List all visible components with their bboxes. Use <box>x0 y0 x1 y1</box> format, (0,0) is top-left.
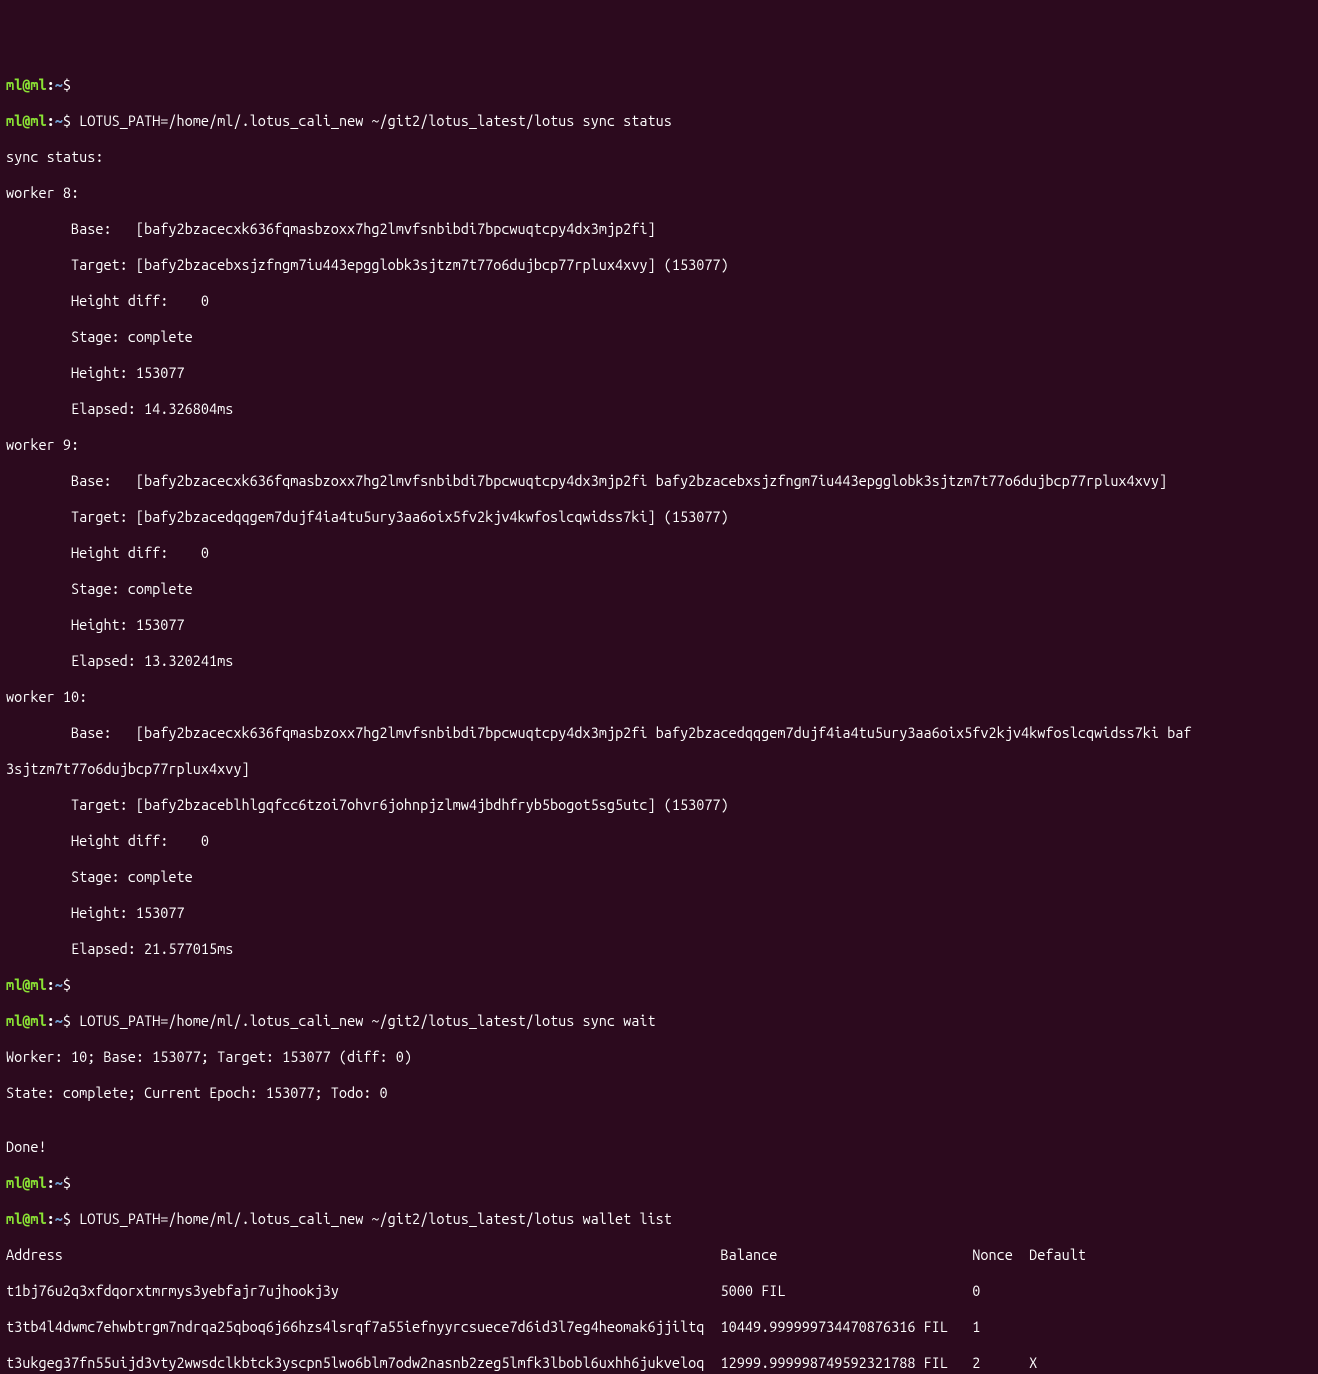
prompt-line: ml@ml:~$ LOTUS_PATH=/home/ml/.lotus_cali… <box>6 1210 1312 1228</box>
prompt-line: ml@ml:~$ <box>6 1174 1312 1192</box>
wallet-row: t3ukgeg37fn55uijd3vty2wwsdclkbtck3yscpn5… <box>6 1354 1312 1372</box>
worker-elapsed: Elapsed: 21.577015ms <box>6 940 1312 958</box>
prompt-line: ml@ml:~$ LOTUS_PATH=/home/ml/.lotus_cali… <box>6 1012 1312 1030</box>
sync-wait-state: State: complete; Current Epoch: 153077; … <box>6 1084 1312 1102</box>
worker-height-diff: Height diff: 0 <box>6 292 1312 310</box>
worker-target: Target: [bafy2bzacebxsjzfngm7iu443epgglo… <box>6 256 1312 274</box>
command-sync-status: LOTUS_PATH=/home/ml/.lotus_cali_new ~/gi… <box>79 112 672 129</box>
prompt-sigil: $ <box>63 76 71 93</box>
worker-stage: Stage: complete <box>6 868 1312 886</box>
prompt-line: ml@ml:~$ <box>6 976 1312 994</box>
sync-wait-worker: Worker: 10; Base: 153077; Target: 153077… <box>6 1048 1312 1066</box>
command-sync-wait: LOTUS_PATH=/home/ml/.lotus_cali_new ~/gi… <box>79 1012 656 1029</box>
wallet-row: t1bj76u2q3xfdqorxtmrmys3yebfajr7ujhookj3… <box>6 1282 1312 1300</box>
worker-stage: Stage: complete <box>6 580 1312 598</box>
worker-height-diff: Height diff: 0 <box>6 832 1312 850</box>
sync-status-header: sync status: <box>6 148 1312 166</box>
prompt-line: ml@ml:~$ LOTUS_PATH=/home/ml/.lotus_cali… <box>6 112 1312 130</box>
wallet-row: t3tb4l4dwmc7ehwbtrgm7ndrqa25qboq6j66hzs4… <box>6 1318 1312 1336</box>
terminal[interactable]: ml@ml:~$ ml@ml:~$ LOTUS_PATH=/home/ml/.l… <box>6 76 1312 1374</box>
worker-base: Base: [bafy2bzacecxk636fqmasbzoxx7hg2lmv… <box>6 472 1312 490</box>
worker-height: Height: 153077 <box>6 616 1312 634</box>
command-wallet-list: LOTUS_PATH=/home/ml/.lotus_cali_new ~/gi… <box>79 1210 672 1227</box>
worker-base-wrap: 3sjtzm7t77o6dujbcp77rplux4xvy] <box>6 760 1312 778</box>
prompt-colon: : <box>47 76 55 93</box>
worker-height-diff: Height diff: 0 <box>6 544 1312 562</box>
worker-elapsed: Elapsed: 14.326804ms <box>6 400 1312 418</box>
worker-header: worker 8: <box>6 184 1312 202</box>
worker-height: Height: 153077 <box>6 904 1312 922</box>
sync-wait-done: Done! <box>6 1138 1312 1156</box>
worker-target: Target: [bafy2bzaceblhlgqfcc6tzoi7ohvr6j… <box>6 796 1312 814</box>
user-host: ml@ml <box>6 76 47 93</box>
worker-elapsed: Elapsed: 13.320241ms <box>6 652 1312 670</box>
prompt-path: ~ <box>55 76 63 93</box>
wallet-header: Address Balance Nonce Default <box>6 1246 1312 1264</box>
prompt-line: ml@ml:~$ <box>6 76 1312 94</box>
user-host: ml@ml <box>6 112 47 129</box>
worker-stage: Stage: complete <box>6 328 1312 346</box>
worker-target: Target: [bafy2bzacedqqgem7dujf4ia4tu5ury… <box>6 508 1312 526</box>
worker-base: Base: [bafy2bzacecxk636fqmasbzoxx7hg2lmv… <box>6 724 1312 742</box>
worker-header: worker 9: <box>6 436 1312 454</box>
worker-height: Height: 153077 <box>6 364 1312 382</box>
worker-header: worker 10: <box>6 688 1312 706</box>
worker-base: Base: [bafy2bzacecxk636fqmasbzoxx7hg2lmv… <box>6 220 1312 238</box>
